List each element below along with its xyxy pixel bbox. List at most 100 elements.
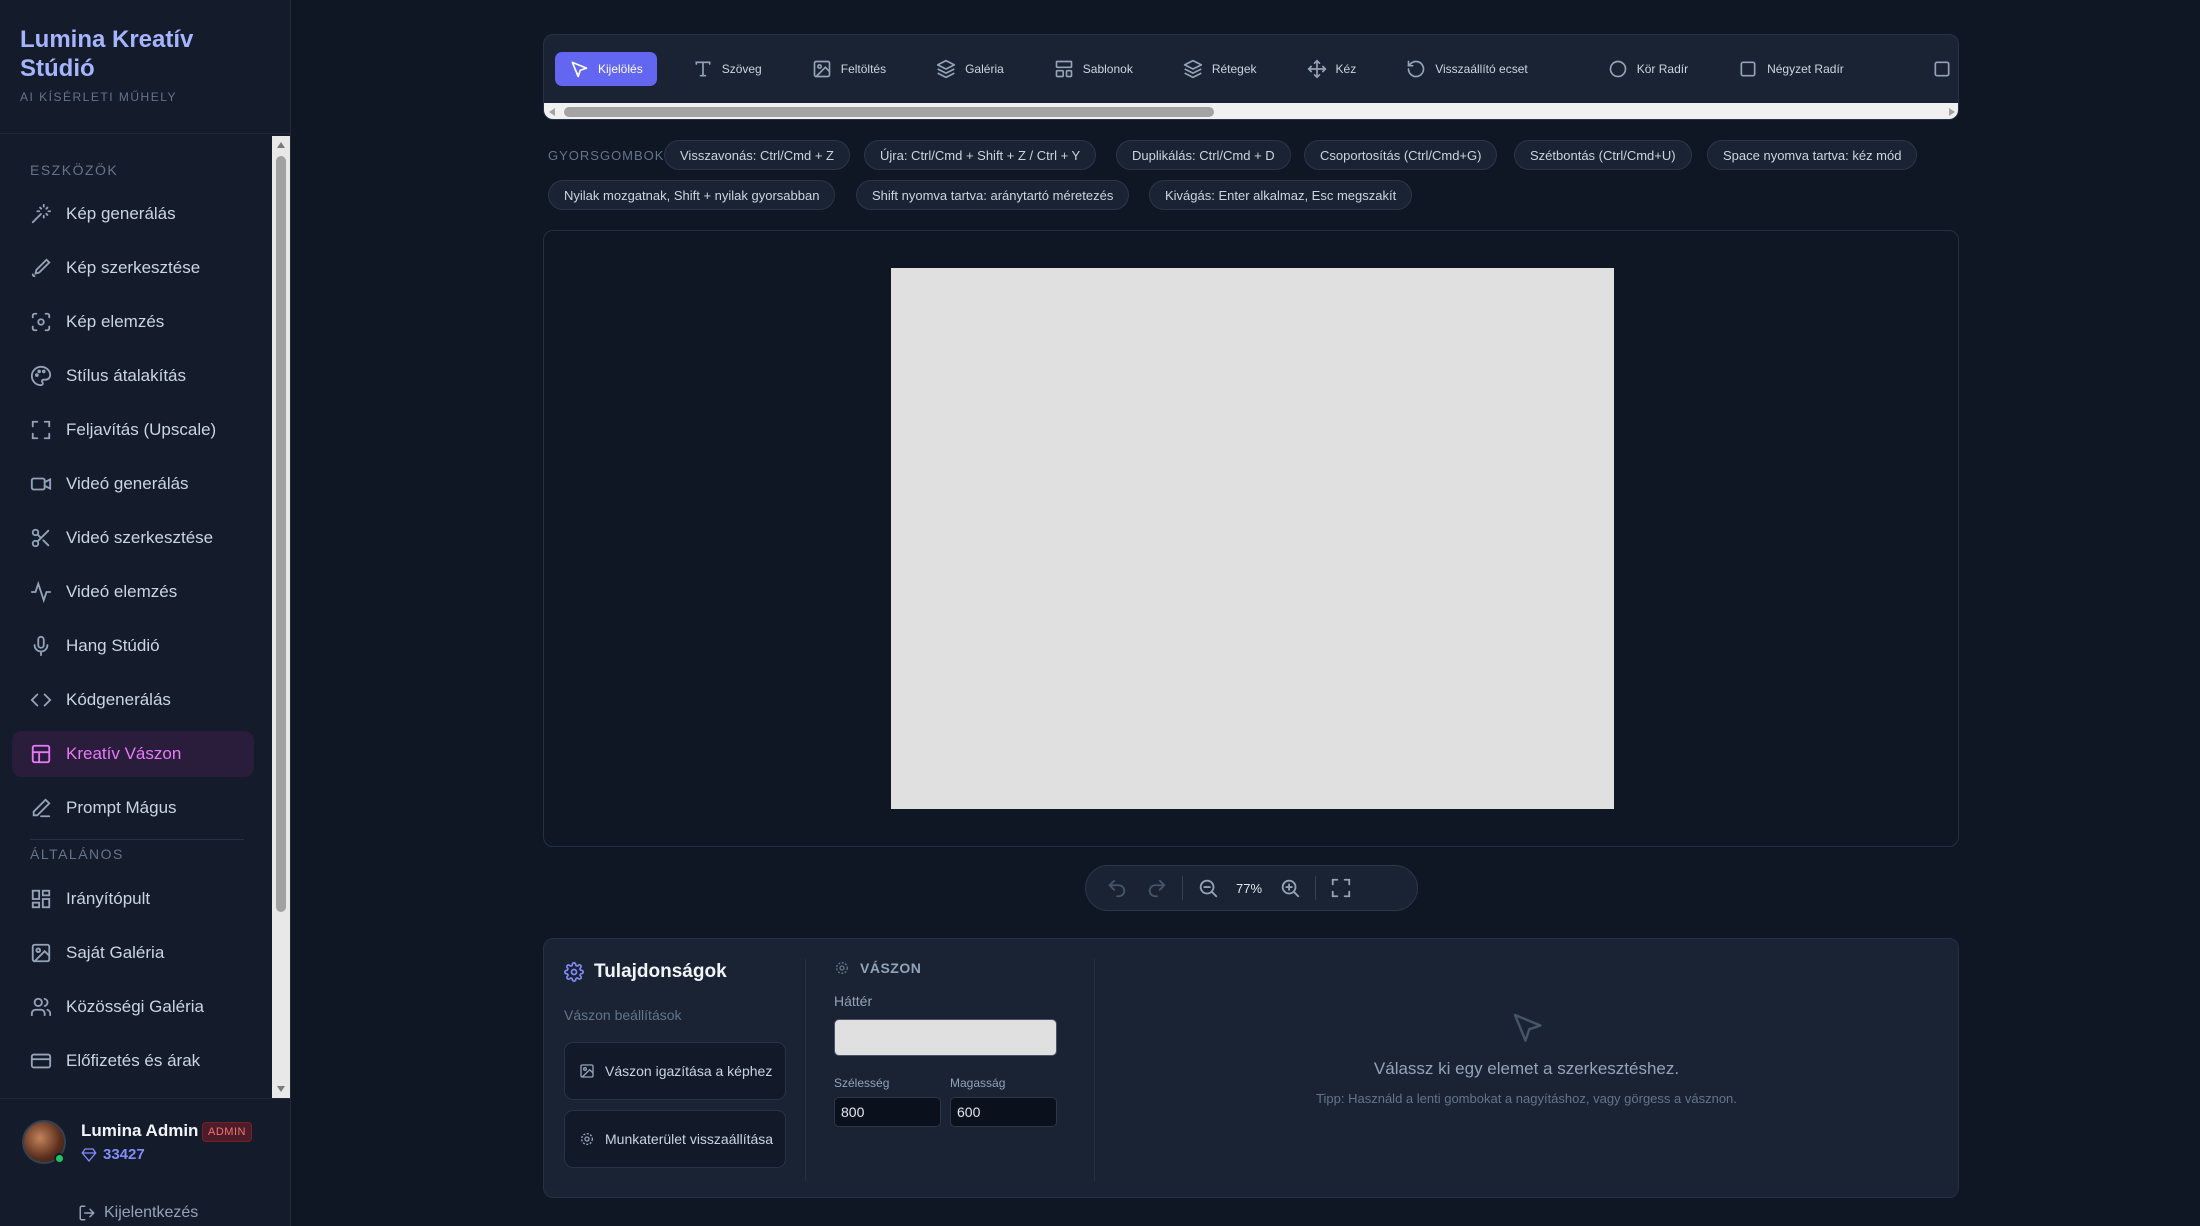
reset-workspace-label: Munkaterület visszaállítása (605, 1131, 774, 1147)
sidebar-item-label: Kép generálás (66, 204, 176, 223)
divider (30, 839, 244, 840)
fit-canvas-button[interactable]: Vászon igazítása a képhez (564, 1042, 786, 1100)
code-icon (30, 693, 52, 707)
sidebar-item-label: Hang Stúdió (66, 636, 160, 655)
tool-text[interactable]: Szöveg (679, 52, 776, 86)
logout-button[interactable]: Kijelentkezés (78, 1204, 198, 1222)
sidebar-item-label: Feljavítás (Upscale) (66, 420, 217, 439)
sidebar-item-label: Prompt Mágus (66, 798, 177, 817)
tool-upload[interactable]: Feltöltés (798, 52, 900, 86)
sidebar-item-my-gallery[interactable]: Saját Galéria (12, 930, 254, 976)
zoom-level: 77% (1235, 880, 1263, 896)
scan-eye-icon (31, 312, 51, 332)
shortcut-chip: Space nyomva tartva: kéz mód (1707, 140, 1918, 170)
sidebar-item-label: Kreatív Vászon (66, 744, 182, 763)
sidebar-item-label: Videó elemzés (66, 582, 178, 601)
tool-layers[interactable]: Rétegek (1169, 52, 1271, 86)
sidebar-item-label: Közösségi Galéria (66, 997, 204, 1016)
brand-subtitle: AI KÍSÉRLETI MŰHELY (20, 90, 177, 104)
sidebar-item-style-transfer[interactable]: Stílus átalakítás (12, 353, 254, 399)
shortcut-chip: Shift nyomva tartva: aránytartó méretezé… (856, 180, 1130, 210)
tool-label: Kör Radír (1636, 62, 1689, 76)
sidebar-item-image-edit[interactable]: Kép szerkesztése (12, 245, 254, 291)
zoom-in-icon[interactable] (1279, 877, 1301, 899)
background-color-picker[interactable] (834, 1019, 1057, 1056)
image-icon (31, 943, 51, 963)
tool-label: Feltöltés (840, 62, 887, 76)
zoom-out-icon[interactable] (1197, 877, 1219, 899)
background-label: Háttér (834, 993, 873, 1009)
shortcuts-label: GYORSGOMBOK (548, 148, 665, 163)
logout-label: Kijelentkezés (104, 1204, 199, 1221)
microphone-icon (33, 635, 49, 657)
tool-label: Visszaállító ecset (1435, 62, 1528, 76)
sidebar-item-video-edit[interactable]: Videó szerkesztése (12, 515, 254, 561)
toolbar-scrollbar[interactable] (544, 103, 1958, 119)
properties-title: Tulajdonságok (564, 961, 727, 983)
gear-icon (581, 1133, 593, 1145)
tool-select[interactable]: Kijelölés (555, 52, 657, 86)
undo-icon[interactable] (1106, 877, 1128, 899)
sidebar-item-label: Stílus átalakítás (66, 366, 187, 385)
sidebar-item-prompt-wizard[interactable]: Prompt Mágus (12, 785, 254, 831)
brush-icon (31, 258, 51, 278)
dashboard-icon (31, 889, 51, 909)
pointer-icon (1513, 1013, 1542, 1042)
toolbar-tools: Kijelölés Szöveg Feltöltés Galéria Sablo… (544, 35, 1958, 103)
tool-more[interactable] (1932, 52, 1958, 86)
redo-icon[interactable] (1146, 877, 1168, 899)
fullscreen-icon[interactable] (1330, 877, 1352, 899)
canvas-workspace[interactable] (543, 230, 1959, 847)
sidebar-item-label: Kép elemzés (66, 312, 165, 331)
template-icon (1055, 60, 1073, 78)
square-icon (1934, 61, 1950, 77)
sidebar-item-label: Előfizetés és árak (66, 1051, 201, 1070)
sidebar-item-creative-canvas[interactable]: Kreatív Vászon (12, 731, 254, 777)
sidebar-item-label: Saját Galéria (66, 943, 165, 962)
canvas-toolbar: Kijelölés Szöveg Feltöltés Galéria Sablo… (543, 34, 1959, 120)
sidebar-item-upscale[interactable]: Feljavítás (Upscale) (12, 407, 254, 453)
gear-icon (564, 962, 584, 982)
height-input[interactable] (950, 1097, 1057, 1127)
toolbar-scroll-thumb[interactable] (564, 107, 1214, 117)
sidebar-item-image-generation[interactable]: Kép generálás (12, 191, 254, 237)
reset-workspace-button[interactable]: Munkaterület visszaállítása (564, 1110, 786, 1168)
sidebar-item-video-analysis[interactable]: Videó elemzés (12, 569, 254, 615)
sidebar-scrollbar[interactable] (272, 136, 290, 1098)
tool-gallery[interactable]: Galéria (922, 52, 1018, 86)
brand: Lumina Kreatív Stúdió AI KÍSÉRLETI MŰHEL… (20, 25, 220, 104)
scroll-right-arrow[interactable] (1949, 108, 1955, 116)
scroll-down-arrow[interactable] (277, 1086, 285, 1092)
gem-icon (81, 1147, 97, 1162)
tool-label: Kéz (1335, 62, 1357, 76)
rotate-ccw-icon (1407, 60, 1425, 78)
scroll-up-arrow[interactable] (277, 142, 285, 148)
empty-message: Válassz ki egy elemet a szerkesztéshez. (1373, 1059, 1680, 1078)
tool-templates[interactable]: Sablonok (1040, 52, 1147, 86)
sidebar-item-video-generation[interactable]: Videó generálás (12, 461, 254, 507)
width-input[interactable] (834, 1097, 941, 1127)
sidebar: Lumina Kreatív Stúdió AI KÍSÉRLETI MŰHEL… (0, 0, 291, 1226)
sidebar-scroll-thumb[interactable] (276, 156, 286, 912)
sidebar-item-image-analysis[interactable]: Kép elemzés (12, 299, 254, 345)
tool-label: Szöveg (721, 62, 762, 76)
layers-icon (936, 59, 956, 79)
image-upload-icon (813, 60, 831, 78)
sidebar-item-community-gallery[interactable]: Közösségi Galéria (12, 984, 254, 1030)
canvas[interactable] (891, 268, 1614, 809)
sidebar-item-dashboard[interactable]: Irányítópult (12, 876, 254, 922)
sidebar-item-audio-studio[interactable]: Hang Stúdió (12, 623, 254, 669)
tool-hand[interactable]: Kéz (1293, 52, 1371, 86)
move-icon (1307, 59, 1327, 79)
sidebar-item-code-generation[interactable]: Kódgenerálás (12, 677, 254, 723)
tool-square-eraser[interactable]: Négyzet Radír (1724, 52, 1858, 86)
tool-label: Rétegek (1211, 62, 1257, 76)
scroll-left-arrow[interactable] (549, 108, 555, 116)
divider (1182, 876, 1183, 900)
sidebar-nav: ESZKÖZÖK Kép generálás Kép szerkesztése … (0, 136, 272, 1098)
tool-restore-brush[interactable]: Visszaállító ecset (1392, 52, 1542, 86)
sidebar-item-label: Videó szerkesztése (66, 528, 214, 547)
tool-circle-eraser[interactable]: Kör Radír (1594, 52, 1702, 86)
sidebar-item-subscription[interactable]: Előfizetés és árak (12, 1038, 254, 1084)
width-label: Szélesség (834, 1076, 890, 1090)
